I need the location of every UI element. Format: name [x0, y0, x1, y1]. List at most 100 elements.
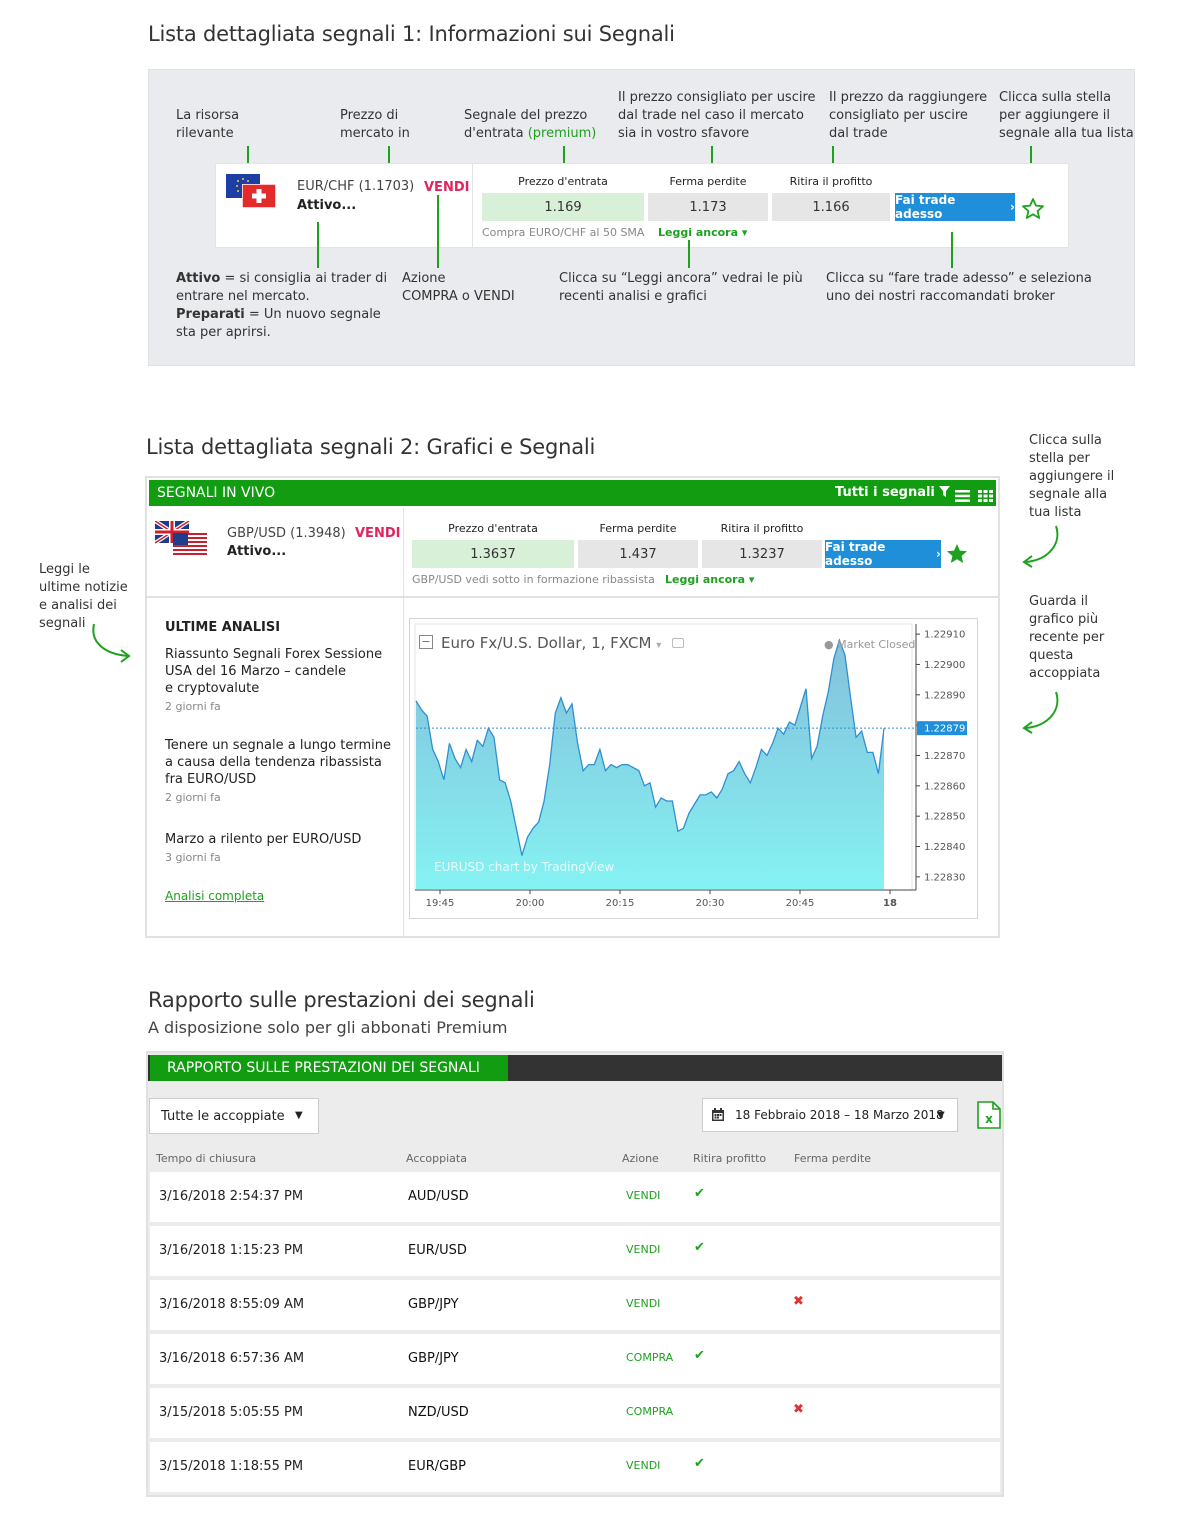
y-tick-label: 1.22830 [924, 872, 965, 883]
action-cell: COMPRA [626, 1405, 674, 1418]
leader-line [317, 222, 319, 268]
table-row[interactable]: 3/16/2018 6:57:36 AM GBP/JPY COMPRA ✔ [150, 1334, 1000, 1384]
section1-title: Lista dettagliata segnali 1: Informazion… [148, 22, 675, 46]
curved-arrow-icon [88, 622, 134, 670]
caret-down-icon: ▾ [656, 640, 662, 651]
column-header: Tempo di chiusura [156, 1152, 257, 1165]
annotation-prezzo-uscire: Il prezzo consigliato per uscire dal tra… [618, 90, 816, 141]
stop-loss-cell: ✖ [793, 1294, 804, 1309]
action-cell: VENDI [626, 1189, 661, 1202]
stop-label: Ferma perdite [599, 522, 677, 535]
list-view-icon[interactable] [955, 487, 970, 506]
annotation-prezzo-mercato: Prezzo di mercato in [340, 108, 410, 141]
read-more-link[interactable]: Leggi ancora ▾ [658, 226, 747, 239]
read-more-link[interactable]: Leggi ancora ▾ [665, 573, 754, 586]
signal-note: GBP/USD vedi sotto in formazione ribassi… [412, 573, 655, 586]
section3-subtitle: A disposizione solo per gli abbonati Pre… [148, 1018, 508, 1037]
excel-export-icon[interactable]: x [977, 1101, 1001, 1129]
trade-now-button[interactable]: Fai trade adesso › [825, 540, 941, 568]
grid-view-icon[interactable] [978, 487, 993, 506]
analysis-item[interactable]: Riassunto Segnali Forex Sessione USA del… [165, 646, 382, 713]
divider [403, 598, 404, 938]
stop-value: 1.437 [578, 540, 698, 568]
close-time-cell: 3/15/2018 5:05:55 PM [159, 1405, 304, 1420]
table-row[interactable]: 3/15/2018 5:05:55 PM NZD/USD COMPRA ✖ [150, 1388, 1000, 1438]
performance-report: RAPPORTO SULLE PRESTAZIONI DEI SEGNALI T… [146, 1051, 1004, 1497]
profit-value: 1.166 [772, 193, 890, 221]
stop-label: Ferma perdite [669, 175, 747, 188]
leader-line [688, 240, 690, 268]
x-tick-label: 20:00 [516, 898, 545, 909]
pair-select[interactable]: Tutte le accoppiate ▼ [149, 1098, 319, 1134]
table-row[interactable]: 3/16/2018 2:54:37 PM AUD/USD VENDI ✔ [150, 1172, 1000, 1222]
column-header: Ritira profitto [693, 1152, 767, 1165]
signal-note: Compra EURO/CHF al 50 SMA [482, 226, 645, 239]
filter-dropdown[interactable]: Tutti i segnali [835, 485, 951, 500]
column-header: Ferma perdite [794, 1152, 871, 1165]
signal-action: VENDI [424, 180, 470, 195]
full-analysis-link[interactable]: Analisi completa [165, 889, 264, 903]
caret-down-icon: ▼ [937, 1110, 945, 1121]
y-tick-label: 1.22870 [924, 751, 965, 762]
annotation-grafico: Guarda il grafico più recente per questa… [1029, 594, 1105, 681]
signal-status: Attivo... [227, 544, 287, 559]
caret-down-icon: ▾ [741, 226, 748, 239]
curved-arrow-icon [1018, 524, 1064, 572]
analysis-item[interactable]: Marzo a rilento per EURO/USD 3 giorni fa [165, 831, 361, 864]
stop-value: 1.173 [648, 193, 768, 221]
entry-value: 1.3637 [412, 540, 574, 568]
report-title: RAPPORTO SULLE PRESTAZIONI DEI SEGNALI [167, 1060, 480, 1076]
analysis-item[interactable]: Tenere un segnale a lungo termine a caus… [165, 737, 391, 804]
market-closed-label: ● Market Closed [824, 638, 916, 651]
swiss-flag-icon [241, 183, 277, 209]
dot-icon: ● [824, 638, 834, 651]
live-signals-title: SEGNALI IN VIVO [157, 485, 276, 501]
star-filled-icon[interactable] [945, 542, 969, 566]
uk-us-flags-icon [153, 519, 207, 555]
eye-icon[interactable] [672, 638, 684, 648]
section2-title: Lista dettagliata segnali 2: Grafici e S… [146, 435, 596, 459]
table-row[interactable]: 3/16/2018 8:55:09 AM GBP/JPY VENDI ✖ [150, 1280, 1000, 1330]
leader-line [437, 195, 439, 268]
divider [147, 596, 998, 598]
x-tick-label: 20:15 [606, 898, 635, 909]
entry-label: Prezzo d'entrata [518, 175, 608, 188]
table-row[interactable]: 3/15/2018 1:18:55 PM EUR/GBP VENDI ✔ [150, 1442, 1000, 1492]
chevron-right-icon: › [936, 547, 941, 561]
take-profit-cell: ✔ [694, 1240, 705, 1255]
star-outline-icon[interactable] [1021, 197, 1045, 221]
take-profit-cell: ✔ [694, 1348, 705, 1363]
action-cell: VENDI [626, 1459, 661, 1472]
svg-text:x: x [985, 1112, 993, 1126]
table-row[interactable]: 3/16/2018 1:15:23 PM EUR/USD VENDI ✔ [150, 1226, 1000, 1276]
pair-cell: NZD/USD [408, 1405, 469, 1420]
date-range-select[interactable]: 18 Febbraio 2018 – 18 Marzo 2018 ▼ [702, 1098, 958, 1132]
current-price-label: 1.22879 [924, 724, 965, 735]
calendar-icon [712, 1108, 724, 1124]
annotation-prezzo-raggiungere: Il prezzo da raggiungere consigliato per… [829, 90, 988, 141]
y-tick-label: 1.22840 [924, 842, 965, 853]
action-cell: VENDI [626, 1243, 661, 1256]
report-header: RAPPORTO SULLE PRESTAZIONI DEI SEGNALI [150, 1055, 508, 1081]
action-cell: VENDI [626, 1297, 661, 1310]
divider [472, 164, 473, 248]
entry-label: Prezzo d'entrata [448, 522, 538, 535]
divider [403, 508, 404, 596]
x-tick-label: 20:30 [696, 898, 725, 909]
curved-arrow-icon [1018, 690, 1064, 738]
collapse-icon[interactable]: − [419, 635, 433, 649]
x-tick-label: 19:45 [426, 898, 455, 909]
close-time-cell: 3/15/2018 1:18:55 PM [159, 1459, 304, 1474]
pair-cell: AUD/USD [408, 1189, 469, 1204]
divider [147, 936, 998, 938]
price-chart[interactable]: 1.229101.229001.228901.228801.228701.228… [409, 618, 978, 919]
signal-action: VENDI [355, 526, 401, 541]
y-tick-label: 1.22900 [924, 660, 965, 671]
y-tick-label: 1.22850 [924, 812, 965, 823]
caret-down-icon: ▾ [748, 573, 755, 586]
x-tick-label: 20:45 [786, 898, 815, 909]
annotation-attivo: Attivo = si consiglia ai trader di entra… [176, 271, 388, 340]
live-signals-header: SEGNALI IN VIVO Tutti i segnali [149, 480, 996, 506]
trade-now-button[interactable]: Fai trade adesso › [895, 193, 1015, 221]
close-time-cell: 3/16/2018 1:15:23 PM [159, 1243, 304, 1258]
